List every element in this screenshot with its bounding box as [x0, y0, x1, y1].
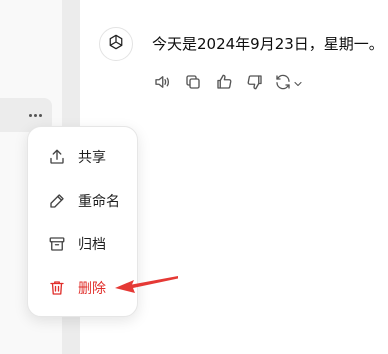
refresh-icon	[274, 73, 292, 95]
more-dot	[33, 113, 37, 117]
assistant-avatar	[99, 27, 133, 61]
menu-item-share[interactable]: 共享	[38, 141, 128, 173]
openai-logo-icon	[106, 32, 126, 56]
assistant-message: 今天是2024年9月23日，星期一。	[152, 35, 384, 53]
read-aloud-button[interactable]	[152, 74, 172, 94]
speaker-icon	[153, 73, 171, 95]
chevron-down-icon	[292, 75, 304, 94]
thumbs-up-button[interactable]	[214, 74, 234, 94]
more-dot	[38, 113, 42, 117]
share-icon	[48, 148, 66, 166]
archive-icon	[48, 235, 66, 253]
pencil-icon	[48, 192, 66, 210]
menu-item-rename[interactable]: 重命名	[38, 185, 128, 217]
thumbs-up-icon	[215, 73, 233, 95]
menu-item-label: 删除	[78, 281, 106, 297]
menu-item-label: 重命名	[78, 194, 120, 210]
menu-item-archive[interactable]: 归档	[38, 228, 128, 260]
menu-item-label: 共享	[78, 150, 106, 166]
more-dot	[28, 113, 32, 117]
menu-item-label: 归档	[78, 237, 106, 253]
more-options-button[interactable]	[24, 106, 46, 124]
regenerate-button[interactable]	[274, 74, 308, 94]
copy-button[interactable]	[183, 74, 203, 94]
trash-icon	[48, 279, 66, 297]
thumbs-down-icon	[246, 73, 264, 95]
thumbs-down-button[interactable]	[245, 74, 265, 94]
annotation-arrow	[112, 274, 182, 300]
copy-icon	[184, 73, 202, 95]
